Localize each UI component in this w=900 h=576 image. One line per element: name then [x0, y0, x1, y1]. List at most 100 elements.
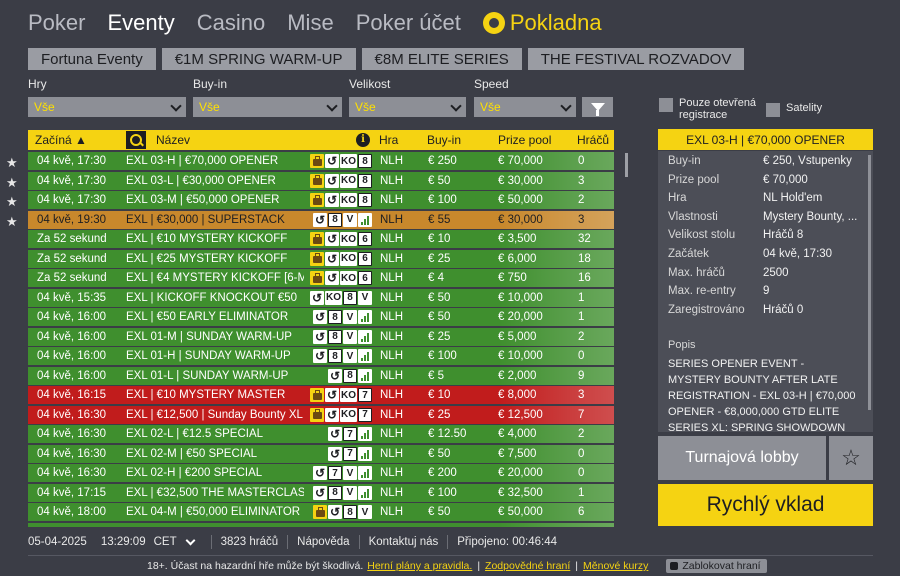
- pin-icon[interactable]: [6, 235, 18, 247]
- table-row[interactable]: 04 kvě, 16:00 EXL 01-M | SUNDAY WARM-UP NL…: [28, 327, 614, 346]
- col-buyin-header[interactable]: Buy-in: [427, 133, 461, 147]
- pin-icon[interactable]: [6, 430, 18, 442]
- table-row[interactable]: 04 kvě, 17:30 EXL 03-H | €70,000 OPENER NL…: [28, 152, 614, 170]
- row-start-time: 04 kvě, 16:30: [37, 428, 107, 440]
- table-row[interactable]: [28, 522, 614, 527]
- row-prize-pool: € 5,000: [498, 330, 537, 343]
- pin-icon[interactable]: [6, 528, 18, 540]
- tab-festival-rozvadov[interactable]: THE FESTIVAL ROZVADOV: [527, 48, 745, 70]
- table-row[interactable]: 04 kvě, 16:30 EXL 02-M | €50 SPECIAL NLH € …: [28, 444, 614, 463]
- age-warning: 18+. Účast na hazardní hře může být škod…: [147, 560, 364, 572]
- block-gaming-button[interactable]: Zablokovat hraní: [666, 559, 767, 573]
- nav-mise[interactable]: Mise: [287, 10, 333, 36]
- pin-icon[interactable]: [6, 450, 18, 462]
- exchange-rates-link[interactable]: Měnové kurzy: [583, 560, 648, 572]
- chevron-down-icon[interactable]: [185, 535, 196, 545]
- pin-icon[interactable]: [6, 469, 18, 481]
- quick-deposit-button[interactable]: Rychlý vklad: [658, 484, 873, 526]
- table-row[interactable]: 04 kvě, 16:30 EXL 02-L | €12.5 SPECIAL NLH…: [28, 425, 614, 443]
- speed-filter-select[interactable]: Vše: [474, 97, 576, 117]
- search-icon[interactable]: [126, 131, 146, 149]
- rebuy-icon: [325, 173, 339, 188]
- games-filter-select[interactable]: Vše: [28, 97, 186, 117]
- tab-spring-warm-up[interactable]: €1M SPRING WARM-UP: [161, 48, 356, 70]
- nav-events[interactable]: Eventy: [107, 10, 174, 36]
- help-link[interactable]: Nápověda: [297, 536, 349, 548]
- checkbox-box[interactable]: [766, 103, 780, 117]
- table-size-icon: 8: [343, 368, 357, 383]
- col-game-header[interactable]: Hra: [379, 133, 398, 147]
- info-icon[interactable]: i: [356, 133, 370, 147]
- table-row[interactable]: 04 kvě, 16:15 EXL | €10 MYSTERY MASTER NLH…: [28, 386, 614, 404]
- nav-cashier[interactable]: Pokladna: [482, 10, 602, 36]
- structure-bar-icon: [358, 349, 372, 363]
- table-row[interactable]: 04 kvě, 16:00 EXL | €50 EARLY ELIMINATOR N…: [28, 308, 614, 326]
- row-players: 32: [578, 233, 591, 245]
- row-buyin: € 10: [428, 389, 451, 401]
- table-row[interactable]: 04 kvě, 16:00 EXL 01-H | SUNDAY WARM-UP NL…: [28, 347, 614, 365]
- table-row[interactable]: 04 kvě, 16:00 EXL 01-L | SUNDAY WARM-UP NL…: [28, 366, 614, 385]
- game-rules-link[interactable]: Herní plány a pravidla.: [367, 560, 472, 572]
- pin-icon[interactable]: [6, 313, 18, 325]
- checkbox-box[interactable]: [659, 98, 673, 112]
- nav-poker-account[interactable]: Poker účet: [356, 10, 461, 36]
- table-row[interactable]: 04 kvě, 16:30 EXL | €12,500 | Sunday Boun…: [28, 405, 614, 424]
- rebuy-icon: [325, 388, 339, 402]
- col-start-header[interactable]: Začíná ▲: [35, 133, 87, 147]
- pin-icon[interactable]: [6, 255, 18, 267]
- detail-value: NL Hold'em: [763, 192, 823, 205]
- col-prize-header[interactable]: Prize pool: [498, 133, 551, 147]
- pin-icon[interactable]: ★: [6, 176, 18, 189]
- contact-link[interactable]: Kontaktuj nás: [369, 536, 439, 548]
- status-bar: 05-04-2025 13:29:09 CET 3823 hráčů Nápov…: [28, 534, 557, 550]
- col-name-header[interactable]: Název: [156, 133, 190, 147]
- table-row[interactable]: 04 kvě, 16:30 EXL 02-H | €200 SPECIAL NLH €…: [28, 464, 614, 482]
- col-players-header[interactable]: Hráčů: [577, 133, 609, 147]
- table-row[interactable]: 04 kvě, 18:00 EXL 04-M | €50,000 ELIMINAT…: [28, 503, 614, 521]
- pin-icon[interactable]: ★: [6, 215, 18, 228]
- table-row[interactable]: 04 kvě, 15:35 EXL | KICKOFF KNOCKOUT €50 N…: [28, 288, 614, 307]
- table-row[interactable]: Za 52 sekund EXL | €25 MYSTERY KICKOFF NLH…: [28, 249, 614, 268]
- table-row[interactable]: 04 kvě, 17:30 EXL 03-M | €50,000 OPENER NL…: [28, 191, 614, 209]
- tab-fortuna-events[interactable]: Fortuna Eventy: [28, 48, 156, 70]
- tournament-lobby-button[interactable]: Turnajová lobby: [658, 436, 826, 480]
- buyin-filter-select[interactable]: Vše: [193, 97, 342, 117]
- pin-icon[interactable]: [6, 333, 18, 345]
- table-size-icon: 8: [328, 310, 342, 324]
- responsible-gaming-link[interactable]: Zodpovědné hraní: [485, 560, 570, 572]
- row-game: NLH: [380, 369, 404, 382]
- table-row[interactable]: Za 52 sekund EXL | €4 MYSTERY KICKOFF [6-…: [28, 269, 614, 287]
- pin-icon[interactable]: [6, 391, 18, 403]
- favorite-button[interactable]: ☆: [829, 436, 873, 480]
- pin-icon[interactable]: [6, 489, 18, 501]
- pin-icon[interactable]: [6, 411, 18, 423]
- pin-icon[interactable]: [6, 352, 18, 364]
- details-scrollbar[interactable]: [868, 155, 871, 410]
- nav-casino[interactable]: Casino: [197, 10, 265, 36]
- pin-icon[interactable]: [6, 372, 18, 384]
- row-tournament-name: EXL | €4 MYSTERY KICKOFF [6-M...: [126, 272, 304, 284]
- row-prize-pool: € 6,000: [498, 252, 537, 265]
- table-size-icon: 8: [328, 212, 342, 227]
- table-row[interactable]: 04 kvě, 17:30 EXL 03-L | €30,000 OPENER NL…: [28, 171, 614, 190]
- pin-icon[interactable]: ★: [6, 195, 18, 208]
- list-scrollbar[interactable]: [625, 153, 628, 177]
- timezone-select[interactable]: CET: [154, 536, 177, 548]
- size-filter-select[interactable]: Vše: [349, 97, 466, 117]
- open-registration-checkbox[interactable]: Pouze otevřená registrace: [659, 97, 769, 121]
- pin-icon[interactable]: [6, 294, 18, 306]
- pin-icon[interactable]: [6, 274, 18, 286]
- table-row[interactable]: 04 kvě, 17:15 EXL | €32,500 THE MASTERCLA…: [28, 483, 614, 502]
- rebuy-icon: [313, 349, 327, 363]
- pin-icon[interactable]: ★: [6, 156, 18, 169]
- row-start-time: 04 kvě, 17:30: [37, 174, 107, 187]
- table-row[interactable]: Za 52 sekund EXL | €10 MYSTERY KICKOFF NLH…: [28, 230, 614, 248]
- table-row[interactable]: 04 kvě, 19:30 EXL | €30,000 | SUPERSTACK N…: [28, 210, 614, 229]
- tab-elite-series[interactable]: €8M ELITE SERIES: [361, 48, 522, 70]
- rebuy-icon: [328, 427, 342, 441]
- details-panel: Popis SERIES OPENER EVENT - MYSTERY BOUN…: [658, 151, 873, 432]
- satellites-checkbox[interactable]: Satelity: [766, 102, 822, 117]
- filter-button[interactable]: [582, 97, 613, 117]
- pin-icon[interactable]: [6, 508, 18, 520]
- nav-poker[interactable]: Poker: [28, 10, 85, 36]
